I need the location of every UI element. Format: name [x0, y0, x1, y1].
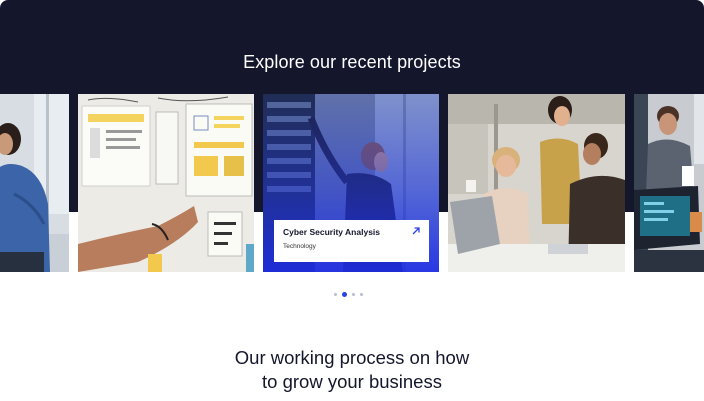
project-card[interactable] [0, 94, 69, 272]
pagination-dot[interactable] [334, 292, 337, 296]
card-category: Technology [283, 243, 316, 250]
section-title: Explore our recent projects [243, 52, 461, 72]
card-title: Cyber Security Analysis [283, 227, 381, 237]
project-card[interactable] [78, 94, 254, 272]
projects-carousel[interactable]: Cyber Security Analysis Technology [0, 94, 704, 272]
process-title-line-2: to grow your business [262, 371, 442, 392]
project-image-wireframes [78, 94, 254, 272]
pagination-dot-active[interactable] [342, 291, 347, 297]
project-image-man-laptop [634, 94, 704, 272]
project-image-team-meeting [448, 94, 625, 272]
pagination-dot[interactable] [352, 292, 355, 296]
carousel-pagination [334, 291, 363, 297]
project-card[interactable] [634, 94, 704, 272]
pagination-dot[interactable] [360, 292, 363, 296]
project-card[interactable] [448, 94, 625, 272]
process-title-line-1: Our working process on how [234, 347, 470, 368]
card-info[interactable]: Cyber Security Analysis Technology [274, 220, 429, 262]
arrow-up-right-icon[interactable] [411, 226, 421, 236]
process-section-title: Our working process on how to grow your … [0, 346, 704, 394]
project-image-woman [0, 94, 69, 272]
project-card-featured[interactable]: Cyber Security Analysis Technology [263, 94, 439, 272]
